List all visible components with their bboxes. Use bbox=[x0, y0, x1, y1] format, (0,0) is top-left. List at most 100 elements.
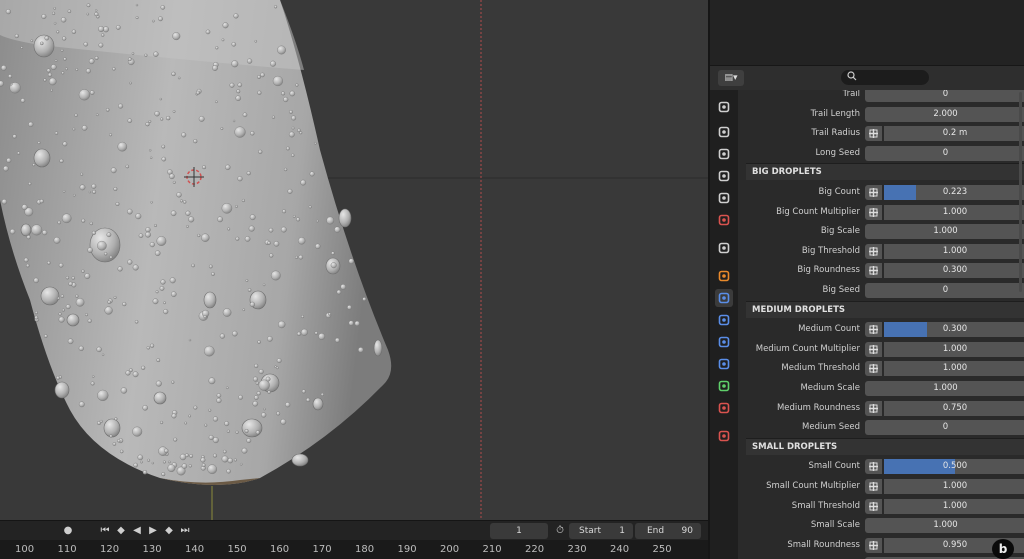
play-icon[interactable]: ▶ bbox=[146, 524, 160, 538]
jump-end-icon[interactable]: ⏭ bbox=[178, 524, 192, 538]
keyframe-toggle-icon[interactable] bbox=[865, 322, 882, 338]
viewport-scene bbox=[0, 0, 708, 520]
editor-type-icon[interactable]: ▤▾ bbox=[718, 70, 744, 86]
keyframe-toggle-icon[interactable] bbox=[865, 243, 882, 259]
panel-header[interactable]: MEDIUM DROPLETS bbox=[746, 300, 1024, 318]
play-reverse-icon[interactable]: ◀ bbox=[130, 524, 144, 538]
output-tab-icon[interactable] bbox=[715, 145, 733, 163]
ruler-tick: 190 bbox=[397, 544, 417, 555]
view-layer-tab-icon[interactable] bbox=[715, 167, 733, 185]
property-value-field[interactable]: 1.000 bbox=[884, 361, 1024, 377]
world-tab-icon[interactable] bbox=[715, 211, 733, 229]
keyframe-toggle-icon[interactable] bbox=[865, 537, 882, 553]
property-label: Small Scale bbox=[810, 520, 860, 531]
jump-keyframe-forward-icon[interactable]: ◆ bbox=[162, 524, 176, 538]
property-label: Medium Count bbox=[798, 324, 860, 335]
timeline-ruler[interactable]: 100 110 120 130 140 150 160 170 180 190 200 210 220 2… bbox=[0, 540, 708, 559]
particles-tab-icon[interactable] bbox=[715, 311, 733, 329]
property-value-field[interactable]: 1.000 bbox=[884, 498, 1024, 514]
collection-tab-icon[interactable] bbox=[715, 239, 733, 257]
properties-editor: ▤▾ Trail 0 Trail Length 2.000 Trail Radius 0.… bbox=[708, 0, 1024, 559]
property-value-field[interactable]: 0 bbox=[865, 420, 1024, 436]
property-value-field[interactable]: 1.000 bbox=[884, 204, 1024, 220]
jump-keyframe-back-icon[interactable]: ◆ bbox=[114, 524, 128, 538]
property-value-field[interactable]: 1.000 bbox=[865, 518, 1024, 534]
keyframe-toggle-icon[interactable] bbox=[865, 361, 882, 377]
object-tab-icon[interactable] bbox=[715, 267, 733, 285]
property-value-field[interactable]: 0.750 bbox=[884, 400, 1024, 416]
scene-tab-icon[interactable] bbox=[715, 189, 733, 207]
property-value-field[interactable]: 1.000 bbox=[884, 341, 1024, 357]
property-label: Big Count bbox=[818, 187, 860, 197]
property-row: Big Count 0.223 bbox=[746, 184, 1024, 201]
keyframe-toggle-icon[interactable] bbox=[865, 263, 882, 279]
property-value: 0.2 m bbox=[942, 128, 968, 139]
render-tab-icon[interactable] bbox=[715, 123, 733, 141]
panel-header[interactable]: BIG DROPLETS bbox=[746, 163, 1024, 181]
property-value-field[interactable]: 1.000 bbox=[884, 243, 1024, 259]
keyframe-toggle-icon[interactable] bbox=[865, 400, 882, 416]
property-label: Medium Count Multiplier bbox=[755, 343, 860, 354]
property-row: Small Roundness 0.950 bbox=[746, 537, 1024, 554]
property-row: Medium Seed 0 bbox=[746, 419, 1024, 436]
property-value-field[interactable]: 0.2 m bbox=[884, 126, 1024, 142]
search-icon bbox=[847, 71, 857, 81]
scrollbar[interactable] bbox=[1019, 92, 1022, 292]
keyframe-toggle-icon[interactable] bbox=[865, 204, 882, 220]
property-value: 0 bbox=[942, 422, 949, 433]
property-row: Trail 0 bbox=[746, 90, 1024, 103]
ruler-tick: 200 bbox=[440, 544, 460, 555]
record-icon[interactable]: ● bbox=[62, 524, 74, 538]
property-value-field[interactable]: 0 bbox=[865, 145, 1024, 161]
property-value: 0 bbox=[942, 90, 949, 99]
property-value: 0 bbox=[942, 285, 949, 295]
keyframe-toggle-icon[interactable] bbox=[865, 185, 882, 200]
property-value-field[interactable]: 1.000 bbox=[865, 224, 1024, 240]
property-label: Big Count Multiplier bbox=[776, 206, 860, 217]
property-row: Small Threshold 1.000 bbox=[746, 498, 1024, 515]
3d-viewport[interactable] bbox=[0, 0, 708, 520]
property-value-field[interactable]: 1.000 bbox=[884, 479, 1024, 494]
tool-tab-icon[interactable] bbox=[715, 98, 733, 116]
keyframe-toggle-icon[interactable] bbox=[865, 459, 882, 475]
property-value: 0.300 bbox=[942, 265, 968, 276]
property-value-field[interactable]: 0 bbox=[865, 90, 1024, 102]
property-value-field[interactable]: 0.223 bbox=[884, 185, 1024, 200]
physics-tab-icon[interactable] bbox=[715, 333, 733, 351]
texture-tab-icon[interactable] bbox=[715, 427, 733, 445]
ruler-tick: 100 bbox=[15, 544, 35, 555]
keyframe-toggle-icon[interactable] bbox=[865, 341, 882, 357]
property-row: Big Threshold 1.000 bbox=[746, 243, 1024, 260]
property-row: Big Seed 0 bbox=[746, 282, 1024, 299]
search-input[interactable] bbox=[841, 70, 929, 85]
panel-header[interactable]: SMALL DROPLETS bbox=[746, 437, 1024, 455]
modifier-tab-icon[interactable] bbox=[715, 289, 733, 307]
end-value: 90 bbox=[681, 526, 693, 536]
ruler-tick: 210 bbox=[482, 544, 502, 555]
stopwatch-icon[interactable]: ⏱ bbox=[553, 524, 567, 538]
property-value-field[interactable]: 0 bbox=[865, 283, 1024, 298]
ruler-tick: 120 bbox=[100, 544, 120, 555]
property-value-field[interactable]: 1.000 bbox=[865, 381, 1024, 396]
constraints-tab-icon[interactable] bbox=[715, 355, 733, 373]
keyframe-toggle-icon[interactable] bbox=[865, 126, 882, 142]
property-label: Small Threshold bbox=[791, 500, 860, 511]
jump-start-icon[interactable]: ⏮ bbox=[98, 524, 112, 538]
end-frame-field[interactable]: End 90 bbox=[635, 523, 701, 539]
data-tab-icon[interactable] bbox=[715, 377, 733, 395]
property-value-field[interactable]: 2.000 bbox=[865, 106, 1024, 122]
property-value-field[interactable]: 0.300 bbox=[884, 322, 1024, 338]
keyframe-toggle-icon[interactable] bbox=[865, 479, 882, 494]
property-row: Trail Radius 0.2 m bbox=[746, 125, 1024, 142]
property-value: 1.000 bbox=[942, 500, 968, 511]
property-value-field[interactable]: 0.500 bbox=[884, 459, 1024, 475]
properties-tabs bbox=[710, 90, 738, 559]
property-value: 0.750 bbox=[942, 402, 968, 413]
property-value-field[interactable]: 0.300 bbox=[884, 263, 1024, 279]
start-frame-field[interactable]: Start 1 bbox=[569, 523, 633, 539]
current-frame-field[interactable]: 1 bbox=[490, 523, 548, 539]
property-label: Medium Threshold bbox=[781, 363, 860, 374]
property-value: 0 bbox=[942, 147, 949, 158]
material-tab-icon[interactable] bbox=[715, 399, 733, 417]
keyframe-toggle-icon[interactable] bbox=[865, 498, 882, 514]
